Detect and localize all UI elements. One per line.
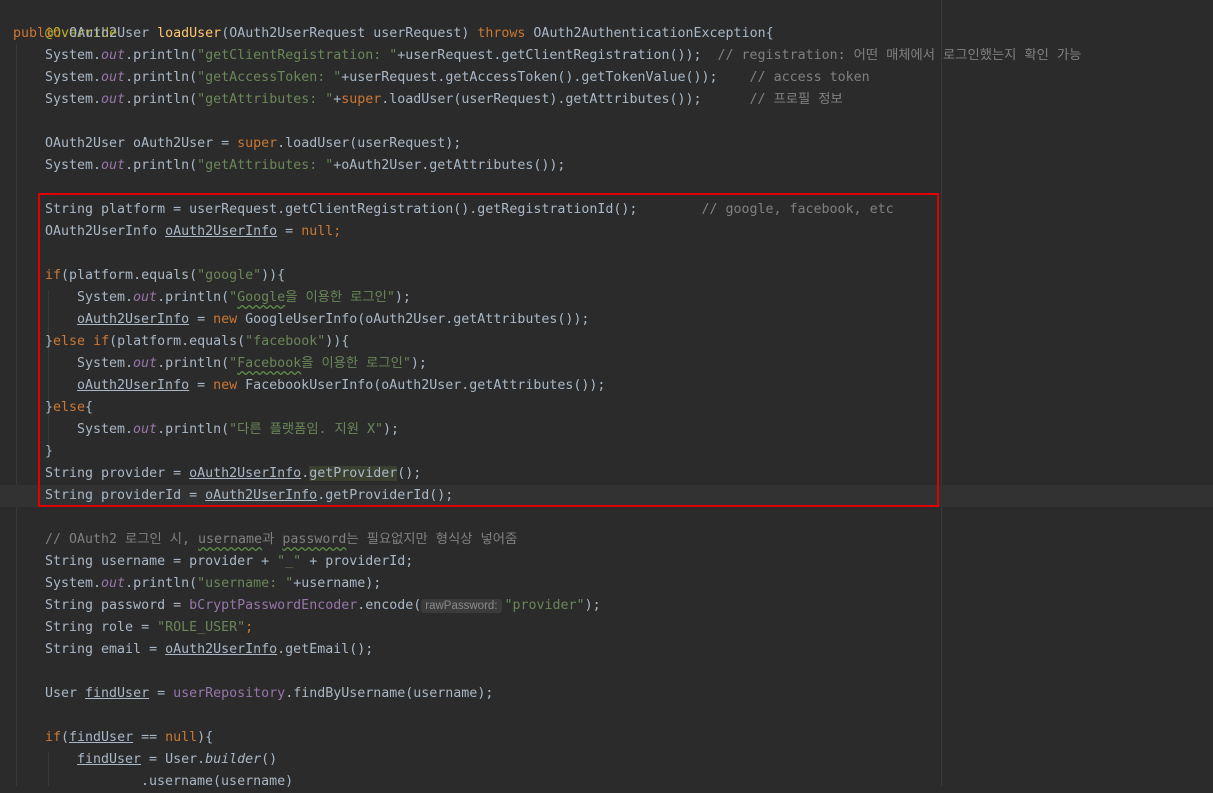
indent-guide <box>16 44 17 786</box>
code-line: OAuth2User oAuth2User = super.loadUser(u… <box>45 136 462 151</box>
code-editor[interactable]: @Override public OAuth2User loadUser(OAu… <box>0 0 1213 789</box>
code-line: @Override <box>45 26 118 41</box>
parameter-hint: rawPassword: <box>421 599 502 613</box>
right-margin-guide <box>941 0 942 786</box>
code-line: System.out.println("getAttributes: "+sup… <box>45 92 843 107</box>
code-line: // OAuth2 로그인 시, username과 password는 필요없… <box>45 532 518 547</box>
code-line: if(findUser == null){ <box>45 730 214 745</box>
code-line: String email = oAuth2UserInfo.getEmail()… <box>45 642 374 657</box>
code-line: .username(username) <box>141 774 294 789</box>
code-line: User findUser = userRepository.findByUse… <box>45 686 494 701</box>
code-line: String username = provider + "_" + provi… <box>45 554 414 569</box>
code-line: findUser = User.builder() <box>77 752 278 767</box>
code-line: System.out.println("getClientRegistratio… <box>45 48 1082 63</box>
highlight-box <box>38 193 939 507</box>
code-line: System.out.println("username: "+username… <box>45 576 382 591</box>
code-line: String password = bCryptPasswordEncoder.… <box>45 598 601 613</box>
code-line: System.out.println("getAttributes: "+oAu… <box>45 158 566 173</box>
code-line: System.out.println("getAccessToken: "+us… <box>45 70 870 85</box>
code-line: public OAuth2User loadUser(OAuth2UserReq… <box>13 26 774 41</box>
code-line: String role = "ROLE_USER"; <box>45 620 254 635</box>
indent-guide <box>48 752 49 786</box>
